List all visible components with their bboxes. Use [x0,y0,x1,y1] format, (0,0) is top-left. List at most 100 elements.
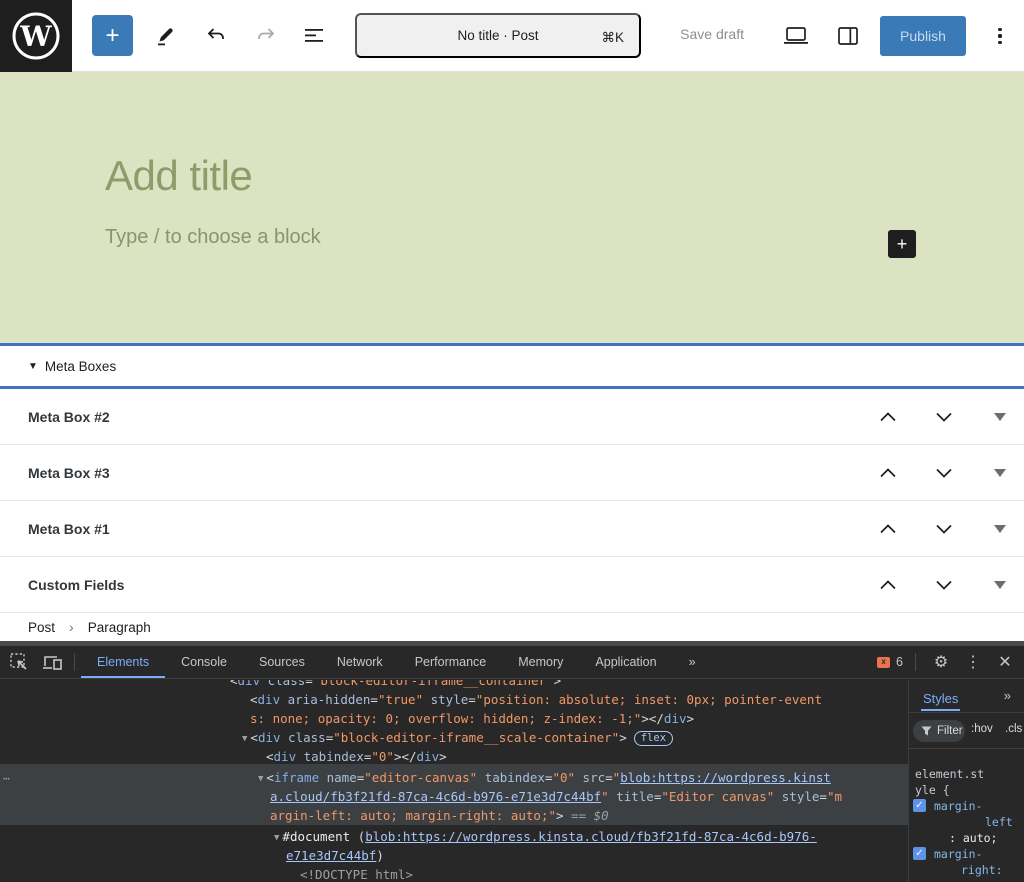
chevron-down-icon [935,524,953,534]
tab-console[interactable]: Console [165,646,243,678]
block-inserter-button[interactable]: + [888,230,916,258]
meta-box-title: Meta Box #2 [28,409,878,425]
devtools-menu-button[interactable]: ⋮ [960,649,986,675]
wordpress-editor-page: W + [0,0,1024,882]
publish-button[interactable]: Publish [880,16,966,56]
tab-elements[interactable]: Elements [81,646,165,678]
dom-node[interactable]: <div tabindex="0"></div> [266,747,447,766]
css-value[interactable]: : auto; [949,831,997,845]
post-title-placeholder[interactable]: Add title [105,152,252,200]
device-toolbar-button[interactable] [38,649,68,675]
meta-box-row: Meta Box #1 [0,501,1024,557]
document-overview-button[interactable] [300,22,328,50]
wordpress-logo[interactable]: W [0,0,72,72]
pencil-icon [154,24,178,48]
dom-node[interactable]: ▼#document (blob:https://wordpress.kinst… [274,827,817,848]
css-property[interactable]: margin- [934,799,982,813]
issues-counter-button[interactable]: x 6 [877,655,903,669]
move-up-button[interactable] [878,575,898,595]
tab-sources[interactable]: Sources [243,646,321,678]
close-icon: ✕ [998,652,1011,672]
redo-button[interactable] [252,22,280,50]
meta-box-title: Meta Box #3 [28,465,878,481]
block-inserter-toggle-button[interactable]: + [92,15,133,56]
dom-node[interactable]: s: none; opacity: 0; overflow: hidden; z… [250,709,694,728]
svg-text:W: W [19,20,52,53]
options-menu-button[interactable] [994,24,1006,48]
styles-filter-input[interactable]: Filter [913,720,965,742]
dropdown-triangle-icon [994,581,1006,589]
meta-box-title: Meta Box #1 [28,521,878,537]
tab-styles[interactable]: Styles [921,685,960,711]
sidebar-panel-icon [836,24,860,48]
wordpress-logo-icon: W [10,10,62,62]
meta-boxes-panel-label: Meta Boxes [45,359,116,374]
meta-boxes-panel-header[interactable]: ▼ Meta Boxes [0,343,1024,389]
move-down-button[interactable] [934,575,954,595]
dom-node[interactable]: <!DOCTYPE html> [300,865,413,882]
command-palette-button[interactable]: No title · Post ⌘K [355,13,641,58]
styles-more-tabs-button[interactable]: » [1004,688,1011,703]
save-draft-button[interactable]: Save draft [680,26,744,42]
toggle-panel-button[interactable] [990,519,1010,539]
tab-network[interactable]: Network [321,646,399,678]
dom-node-selected[interactable]: a.cloud/fb3f21fd-87ca-4c6d-b976-e71e3d7c… [270,787,842,806]
dom-node[interactable]: ▼<div class="block-editor-iframe__scale-… [242,728,673,749]
pseudo-state-toggle[interactable]: :hov [971,723,993,735]
block-appender-placeholder[interactable]: Type / to choose a block [105,226,321,249]
dom-node-selected[interactable]: argin-left: auto; margin-right: auto;"> … [270,806,609,825]
funnel-icon [921,726,932,736]
meta-box-row: Meta Box #2 [0,389,1024,445]
toggle-panel-button[interactable] [990,407,1010,427]
chevron-up-icon [879,412,897,422]
move-down-button[interactable] [934,463,954,483]
tab-memory[interactable]: Memory [502,646,579,678]
devtools-close-button[interactable]: ✕ [992,649,1018,675]
style-rule-text[interactable]: yle { [915,783,950,797]
inspect-element-button[interactable] [4,649,34,675]
issues-icon: x [877,657,890,668]
editor-canvas[interactable]: Add title Type / to choose a block + [0,72,1024,343]
undo-button[interactable] [202,22,230,50]
dom-node[interactable]: <div aria-hidden="true" style="position:… [250,690,822,709]
styles-sidebar: Styles » Filter :hov .cls element.st yle… [908,680,1024,882]
dom-node-selected[interactable]: ▼<iframe name="editor-canvas" tabindex="… [258,768,831,789]
breadcrumb-item-paragraph[interactable]: Paragraph [88,620,151,635]
preview-button[interactable] [782,22,810,50]
chevron-up-icon [879,468,897,478]
property-checkbox[interactable]: ✓ [913,847,926,860]
tab-application[interactable]: Application [579,646,672,678]
dom-node[interactable]: <div class="block-editor-iframe__contain… [230,680,561,690]
move-down-button[interactable] [934,519,954,539]
tools-button[interactable] [152,22,180,50]
move-down-button[interactable] [934,407,954,427]
meta-box-row: Custom Fields [0,557,1024,613]
dom-node[interactable]: e71e3d7c44bf) [286,846,384,865]
style-rule-text[interactable]: element.st [915,767,984,781]
more-tabs-button[interactable]: » [673,646,712,678]
gutter-dots-icon: ⋯ [3,772,11,785]
css-property[interactable]: left [985,815,1013,829]
styles-filter-bar: Filter :hov .cls [909,713,1024,749]
laptop-icon [783,24,809,48]
move-up-button[interactable] [878,519,898,539]
toggle-panel-button[interactable] [990,463,1010,483]
chevron-up-icon [879,524,897,534]
device-toolbar-icon [42,652,64,672]
move-up-button[interactable] [878,407,898,427]
undo-icon [204,24,228,48]
move-up-button[interactable] [878,463,898,483]
chevron-down-icon [935,468,953,478]
breadcrumb-item-post[interactable]: Post [28,620,55,635]
devtools-settings-button[interactable]: ⚙ [928,649,954,675]
dropdown-triangle-icon [994,525,1006,533]
property-checkbox[interactable]: ✓ [913,799,926,812]
command-palette-label: No title · Post [457,28,538,43]
tab-performance[interactable]: Performance [399,646,503,678]
toggle-panel-button[interactable] [990,575,1010,595]
elements-tree: ⋯ <div class="block-editor-iframe__conta… [0,680,1024,882]
css-property[interactable]: right: [961,863,1003,877]
class-toggle[interactable]: .cls [1005,723,1022,735]
settings-sidebar-toggle-button[interactable] [834,22,862,50]
css-property[interactable]: margin- [934,847,982,861]
